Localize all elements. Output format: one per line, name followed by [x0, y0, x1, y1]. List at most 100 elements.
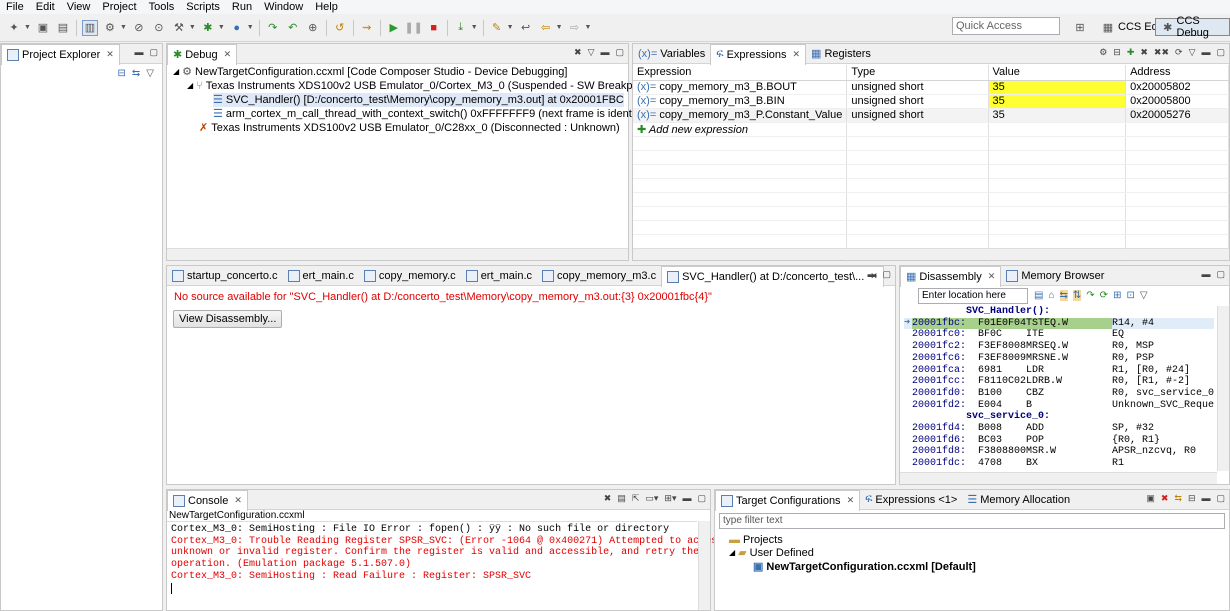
menu-scripts[interactable]: Scripts — [180, 0, 226, 14]
view-menu-icon[interactable]: ▽ — [1189, 47, 1196, 58]
breakpoint-icon[interactable]: ⊘ — [131, 20, 147, 36]
horizontal-scrollbar[interactable] — [167, 248, 628, 260]
chevron-down-icon[interactable]: ▼ — [24, 24, 31, 31]
column-header-address[interactable]: Address — [1125, 65, 1229, 81]
back-icon[interactable]: ⇦ — [538, 20, 554, 36]
debug-tree-item[interactable]: ☰ SVC_Handler() [D:/concerto_test\Memory… — [213, 93, 624, 107]
disassembly-row[interactable]: 20001fd8: F3808800MSR.W APSR_nzcvq, R0 — [904, 446, 1214, 458]
remove-terminated-icon[interactable]: ✖ — [574, 47, 582, 58]
display-console-icon[interactable]: ▭▾ — [645, 493, 658, 504]
pin-console-icon[interactable]: ⇱ — [632, 493, 640, 504]
vertical-scrollbar[interactable] — [1217, 306, 1229, 471]
value-cell[interactable]: 35 — [988, 80, 1127, 95]
tab-svc-handler[interactable]: SVC_Handler() at D:/concerto_test\... ✕ — [661, 265, 884, 287]
tab-project-explorer[interactable]: Project Explorer ✕ — [1, 43, 120, 65]
expand-arrow-icon[interactable]: ◢ — [173, 65, 179, 79]
tree-item-projects[interactable]: ▬ Projects — [729, 533, 783, 547]
debug-icon[interactable]: ✱ — [200, 20, 216, 36]
save-all-icon[interactable]: ▤ — [55, 20, 71, 36]
resume-icon[interactable]: ▶ — [386, 20, 402, 36]
target-icon[interactable]: ● — [229, 20, 245, 36]
table-row[interactable]: (x)= copy_memory_m3_B.BOUT unsigned shor… — [633, 80, 1229, 95]
expand-arrow-icon[interactable]: ◢ — [729, 546, 735, 560]
link-pc-icon[interactable]: ⇆ — [1059, 290, 1068, 301]
maximize-icon[interactable]: ▢ — [1216, 269, 1225, 280]
disassembly-label-row[interactable]: svc_service_0: — [904, 411, 1214, 423]
show-type-icon[interactable]: ⚙ — [1099, 47, 1107, 58]
remove-icon[interactable]: ✖ — [1140, 47, 1148, 58]
filter-input[interactable]: type filter text — [719, 513, 1225, 529]
close-icon[interactable]: ✕ — [234, 495, 242, 506]
tab-ert-main-2[interactable]: ert_main.c — [461, 266, 537, 286]
collapse-all-icon[interactable]: ⊟ — [1188, 493, 1196, 504]
maximize-icon[interactable]: ▢ — [1216, 47, 1225, 58]
perspective-ccs-debug[interactable]: ✱ CCS Debug — [1155, 15, 1230, 39]
close-icon[interactable]: ✕ — [988, 271, 996, 282]
last-edit-icon[interactable]: ↩ — [518, 20, 534, 36]
location-input[interactable]: Enter location here — [918, 288, 1028, 304]
maximize-icon[interactable]: ▢ — [149, 47, 158, 58]
maximize-icon[interactable]: ▢ — [1216, 493, 1225, 504]
close-icon[interactable]: ✕ — [224, 49, 232, 60]
new-icon[interactable]: ✦ — [6, 20, 22, 36]
tab-ert-main[interactable]: ert_main.c — [283, 266, 359, 286]
table-row[interactable]: (x)= copy_memory_m3_B.BIN unsigned short… — [633, 94, 1229, 109]
chevron-down-icon[interactable]: ▼ — [507, 24, 514, 31]
menu-help[interactable]: Help — [309, 0, 344, 14]
table-row[interactable]: (x)= copy_memory_m3_P.Constant_Value uns… — [633, 108, 1229, 123]
step-return-icon[interactable]: ↶ — [285, 20, 301, 36]
chevron-down-icon[interactable]: ▼ — [471, 24, 478, 31]
new-view-icon[interactable]: ⊡ — [1126, 290, 1134, 301]
chevron-down-icon[interactable]: ▼ — [120, 24, 127, 31]
disassembly-row[interactable]: 20001fc6: F3EF8009MRSNE.W R0, PSP — [904, 353, 1214, 365]
restart-icon[interactable]: ↺ — [332, 20, 348, 36]
run-icon[interactable]: ⚙ — [102, 20, 118, 36]
disassembly-label-row[interactable]: SVC_Handler(): — [904, 306, 1214, 318]
save-icon[interactable]: ▣ — [35, 20, 51, 36]
scroll-lock-icon[interactable]: ▤ — [617, 493, 626, 504]
chevron-down-icon[interactable]: ▼ — [189, 24, 196, 31]
remove-all-icon[interactable]: ✖✖ — [1154, 47, 1169, 58]
disassembly-row[interactable]: 20001fc2: F3EF8008MRSEQ.W R0, MSP — [904, 341, 1214, 353]
close-icon[interactable]: ✕ — [847, 495, 855, 506]
disassembly-row[interactable]: 20001fd4: B008 ADD SP, #32 — [904, 423, 1214, 435]
value-cell[interactable]: 35 — [988, 108, 1127, 123]
disassembly-row[interactable]: 20001fd0: B100 CBZ R0, svc_service_0 — [904, 388, 1214, 400]
view-disassembly-button[interactable]: View Disassembly... — [173, 310, 283, 328]
disassembly-row[interactable]: ➜ 20001fbc: F01E0F04TSTEQ.W R14, #4 — [904, 317, 1214, 330]
horizontal-scrollbar[interactable] — [633, 248, 1229, 260]
menu-edit[interactable]: Edit — [30, 0, 61, 14]
maximize-icon[interactable]: ▢ — [697, 493, 706, 504]
menu-view[interactable]: View — [61, 0, 97, 14]
view-menu-icon[interactable]: ▽ — [588, 47, 595, 58]
view-menu-icon[interactable]: ▽ — [1140, 290, 1148, 301]
menu-tools[interactable]: Tools — [143, 0, 181, 14]
minimize-icon[interactable]: ▬ — [867, 269, 876, 280]
expand-arrow-icon[interactable]: ◢ — [187, 79, 193, 93]
collapse-all-icon[interactable]: ⊟ — [118, 68, 126, 79]
value-cell[interactable]: 35 — [988, 94, 1127, 109]
tab-target-configurations[interactable]: Target Configurations ✕ — [715, 489, 861, 511]
step-over-icon[interactable]: ↷ — [265, 20, 281, 36]
skip-icon[interactable]: ⊙ — [151, 20, 167, 36]
tree-item-user-defined[interactable]: ◢ ▰ User Defined — [729, 546, 814, 560]
menu-window[interactable]: Window — [258, 0, 309, 14]
tab-memory-browser[interactable]: Memory Browser — [1001, 266, 1109, 286]
menu-run[interactable]: Run — [226, 0, 258, 14]
tree-item-target-config[interactable]: ▣ NewTargetConfiguration.ccxml [Default] — [753, 560, 976, 574]
disassembly-row[interactable]: 20001fdc: 4708 BX R1 — [904, 458, 1214, 470]
terminate-icon[interactable]: ■ — [426, 20, 442, 36]
tab-expressions[interactable]: ፍ Expressions ✕ — [710, 43, 807, 65]
disassembly-row[interactable]: 20001fd2: E004 B Unknown_SVC_Reque — [904, 400, 1214, 412]
column-header-value[interactable]: Value — [988, 65, 1127, 81]
build-icon[interactable]: ⚒ — [171, 20, 187, 36]
disassembly-row[interactable]: 20001fd6: BC03 POP {R0, R1} — [904, 435, 1214, 447]
menu-file[interactable]: File — [0, 0, 30, 14]
disassembly-row[interactable]: 20001fca: 6981 LDR R1, [R0, #24] — [904, 365, 1214, 377]
add-expression-icon[interactable]: ✚ — [1127, 47, 1135, 58]
debug-view-icon[interactable]: ▥ — [81, 19, 98, 36]
clear-console-icon[interactable]: ✖ — [604, 493, 612, 504]
tab-debug[interactable]: ✱ Debug ✕ — [167, 43, 238, 65]
horizontal-scrollbar[interactable] — [900, 472, 1217, 484]
maximize-icon[interactable]: ▢ — [615, 47, 624, 58]
